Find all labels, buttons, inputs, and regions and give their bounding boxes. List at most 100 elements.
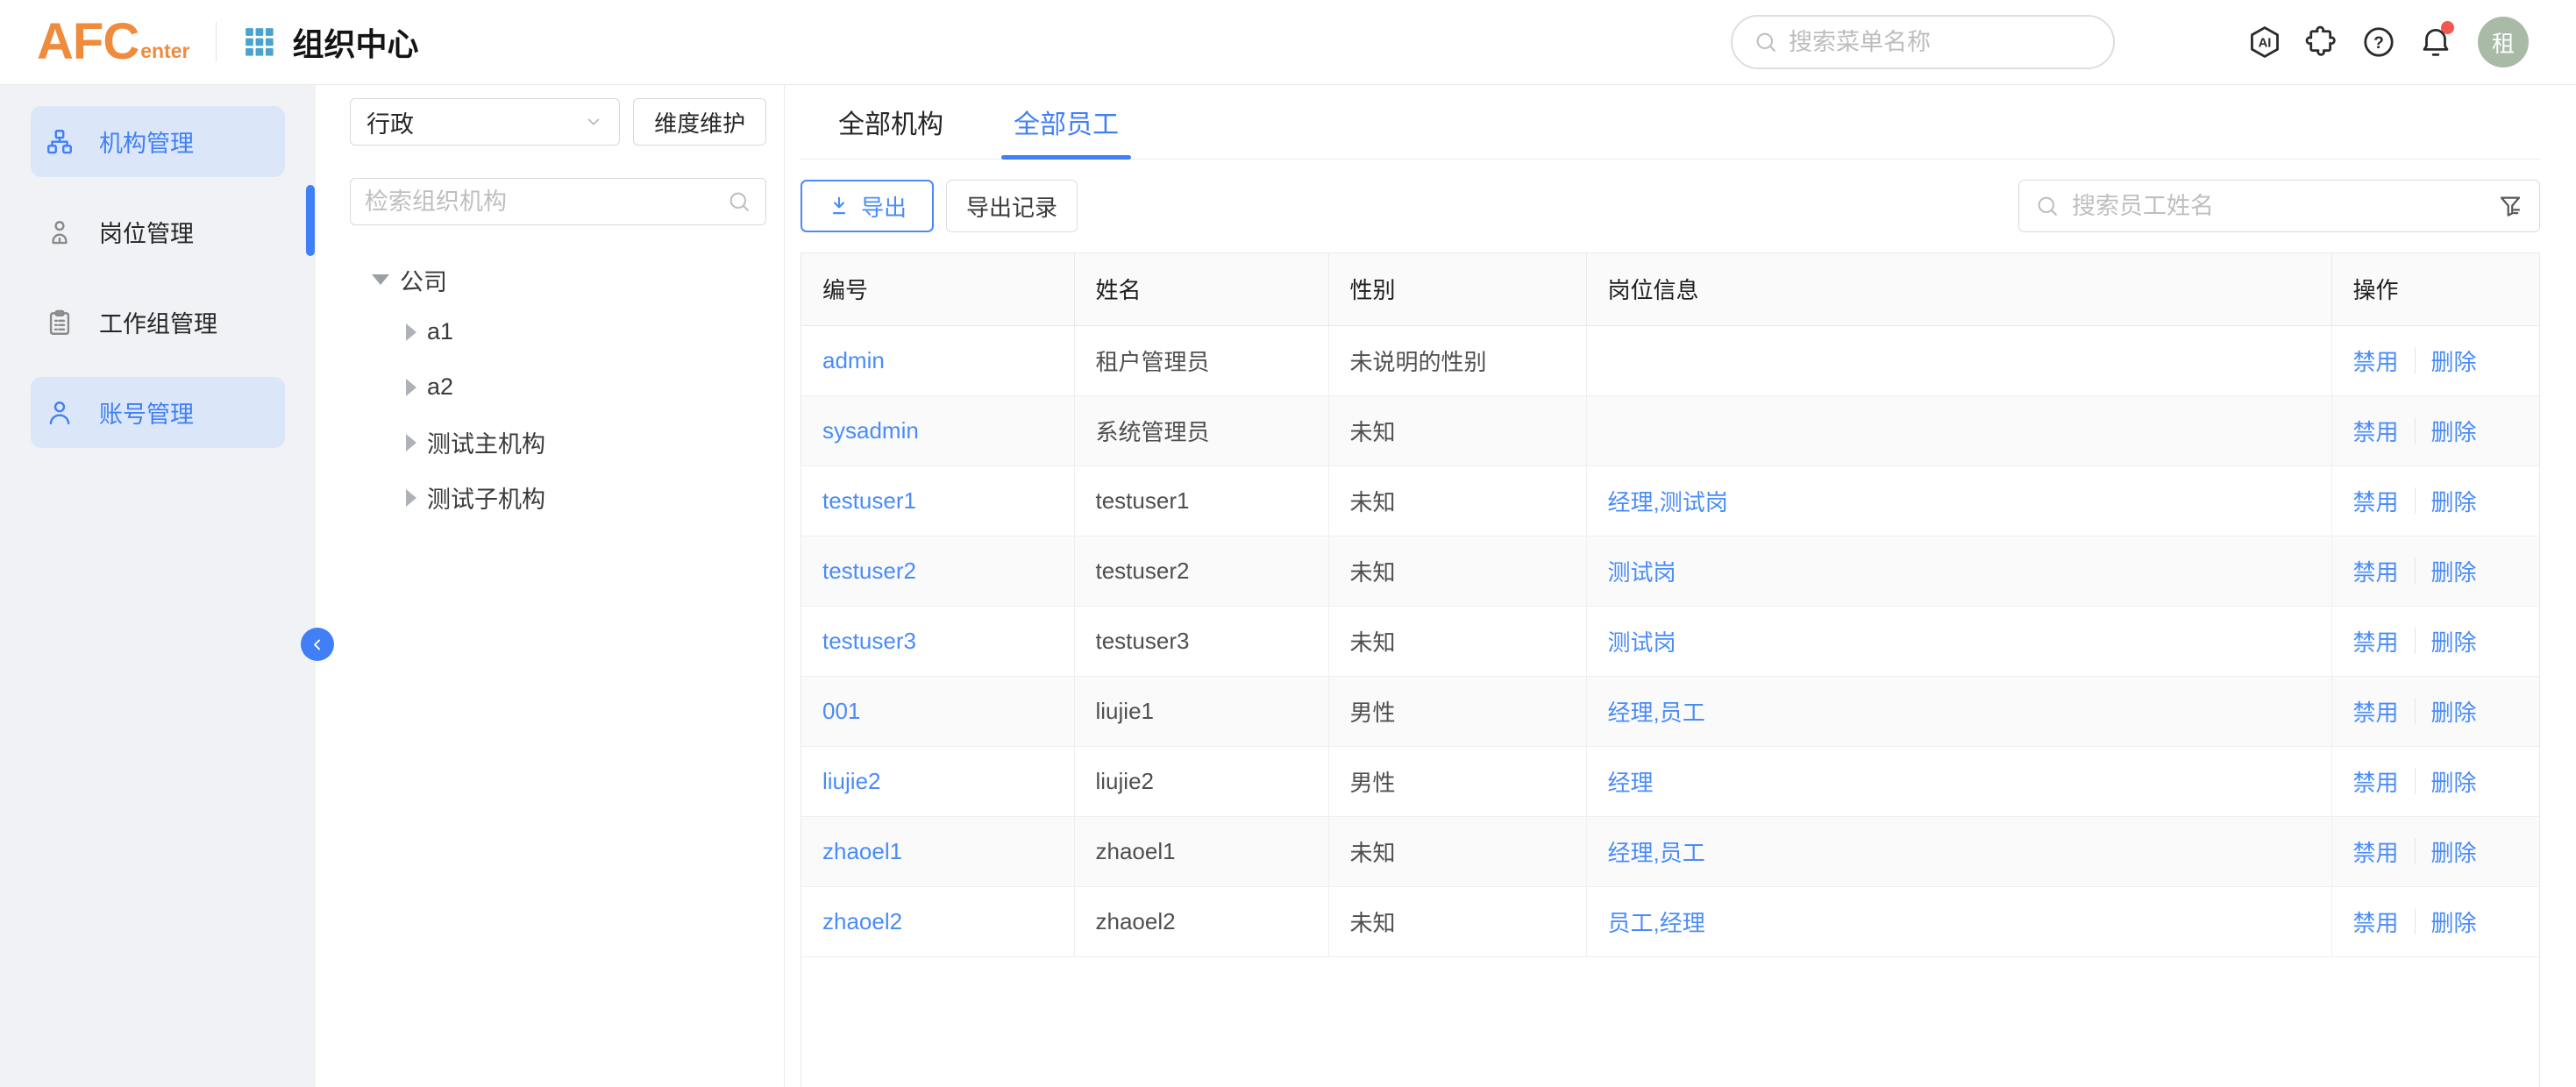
employee-name-cell: testuser2 <box>1074 536 1328 606</box>
employee-positions-cell: 经理,测试岗 <box>1586 465 2331 536</box>
disable-action-link[interactable]: 禁用 <box>2353 835 2399 868</box>
employee-actions-cell: 禁用 删除 <box>2331 886 2539 956</box>
plugin-icon[interactable] <box>2303 24 2340 60</box>
employee-name-cell: zhaoel2 <box>1074 886 1328 956</box>
disable-action-link[interactable]: 禁用 <box>2353 415 2399 447</box>
delete-action-link[interactable]: 删除 <box>2431 625 2477 657</box>
delete-action-link[interactable]: 删除 <box>2431 835 2477 868</box>
tree-children: a1 a2 测试主机构 测试子机构 <box>350 304 766 525</box>
caret-down-icon[interactable] <box>372 274 389 285</box>
employee-positions-link[interactable]: 经理,测试岗 <box>1608 489 1728 515</box>
employee-gender-cell: 未知 <box>1328 606 1586 676</box>
employee-name-cell: 系统管理员 <box>1074 395 1328 465</box>
disable-action-link[interactable]: 禁用 <box>2353 625 2399 657</box>
employee-positions-cell: 经理,员工 <box>1586 816 2331 886</box>
employee-id-link[interactable]: admin <box>822 347 885 373</box>
tab-all-organizations[interactable]: 全部机构 <box>838 85 943 159</box>
employee-id-link[interactable]: 001 <box>822 698 860 724</box>
table-row: zhaoel1 zhaoel1 未知 经理,员工 禁用 <box>801 816 2539 886</box>
employee-id-link[interactable]: zhaoel1 <box>822 838 902 864</box>
help-icon[interactable]: ? <box>2360 24 2397 60</box>
disable-action-link[interactable]: 禁用 <box>2353 555 2399 587</box>
employee-search-input[interactable] <box>2072 193 2485 220</box>
action-divider <box>2415 417 2416 444</box>
org-search-box[interactable] <box>350 178 766 225</box>
tree-node[interactable]: 测试主机构 <box>350 415 766 470</box>
post-badge-icon <box>45 217 75 247</box>
sidebar-item-org-management[interactable]: 机构管理 <box>31 106 285 177</box>
caret-right-icon[interactable] <box>406 323 416 341</box>
tree-node[interactable]: a1 <box>350 304 766 359</box>
menu-search-input[interactable] <box>1789 29 2104 56</box>
employee-positions-link[interactable]: 员工,经理 <box>1608 910 1705 936</box>
main-layout: 机构管理 岗位管理 工作组管理 账号管理 <box>0 85 2576 1087</box>
dimension-row: 行政 维度维护 <box>350 98 766 146</box>
delete-action-link[interactable]: 删除 <box>2431 345 2477 377</box>
column-header-id: 编号 <box>801 253 1074 325</box>
employee-id-link[interactable]: sysadmin <box>822 417 919 444</box>
collapse-panel-button[interactable] <box>301 628 334 661</box>
disable-action-link[interactable]: 禁用 <box>2353 695 2399 728</box>
delete-action-link[interactable]: 删除 <box>2431 695 2477 728</box>
export-button[interactable]: 导出 <box>801 180 934 232</box>
menu-search-box[interactable] <box>1731 15 2115 69</box>
dimension-maintain-button[interactable]: 维度维护 <box>633 98 766 146</box>
notification-bell[interactable] <box>2417 24 2454 60</box>
sidebar-item-post-management[interactable]: 岗位管理 <box>31 196 285 267</box>
employee-positions-cell: 经理,员工 <box>1586 676 2331 746</box>
employee-positions-link[interactable]: 测试岗 <box>1608 629 1676 656</box>
employee-positions-link[interactable]: 经理,员工 <box>1608 840 1705 866</box>
caret-right-icon[interactable] <box>406 489 416 507</box>
employee-positions-link[interactable]: 经理,员工 <box>1608 700 1705 726</box>
delete-action-link[interactable]: 删除 <box>2431 555 2477 587</box>
employee-id-link[interactable]: liujie2 <box>822 768 881 794</box>
employee-id-link[interactable]: testuser2 <box>822 558 916 584</box>
sidebar-item-label: 账号管理 <box>99 395 194 430</box>
column-header-actions: 操作 <box>2331 253 2539 325</box>
caret-right-icon[interactable] <box>406 434 416 451</box>
filter-funnel-icon[interactable] <box>2497 193 2523 219</box>
org-structure-icon <box>45 127 75 157</box>
employee-id-link[interactable]: testuser1 <box>822 487 916 514</box>
caret-right-icon[interactable] <box>406 379 416 396</box>
sidebar-item-workgroup-management[interactable]: 工作组管理 <box>31 287 285 358</box>
tree-node[interactable]: a2 <box>350 359 766 415</box>
employee-actions-cell: 禁用 删除 <box>2331 536 2539 606</box>
disable-action-link[interactable]: 禁用 <box>2353 765 2399 798</box>
employee-positions-cell <box>1586 325 2331 395</box>
employee-positions-link[interactable]: 经理 <box>1608 770 1654 796</box>
action-divider <box>2415 628 2416 654</box>
delete-action-link[interactable]: 删除 <box>2431 415 2477 447</box>
download-icon <box>828 195 850 217</box>
user-avatar[interactable]: 租 <box>2478 17 2529 67</box>
delete-action-link[interactable]: 删除 <box>2431 906 2477 938</box>
employee-id-link[interactable]: testuser3 <box>822 628 916 654</box>
sidebar-item-account-management[interactable]: 账号管理 <box>31 377 285 448</box>
employee-actions-cell: 禁用 删除 <box>2331 816 2539 886</box>
sidebar-item-label: 机构管理 <box>99 124 194 159</box>
disable-action-link[interactable]: 禁用 <box>2353 345 2399 377</box>
search-icon <box>1754 30 1778 54</box>
export-log-button[interactable]: 导出记录 <box>946 180 1078 232</box>
delete-action-link[interactable]: 删除 <box>2431 485 2477 517</box>
tab-all-employees[interactable]: 全部员工 <box>1014 85 1119 159</box>
tree-node-root[interactable]: 公司 <box>350 255 766 304</box>
ai-assistant-icon[interactable]: AI <box>2246 24 2283 60</box>
employee-id-link[interactable]: zhaoel2 <box>822 908 902 934</box>
disable-action-link[interactable]: 禁用 <box>2353 485 2399 517</box>
org-search-input[interactable] <box>365 188 718 216</box>
tree-node[interactable]: 测试子机构 <box>350 470 766 525</box>
employee-gender-cell: 未知 <box>1328 816 1586 886</box>
table-header-row: 编号 姓名 性别 岗位信息 操作 <box>801 253 2539 325</box>
employee-id-cell: zhaoel2 <box>801 886 1074 956</box>
employee-positions-link[interactable]: 测试岗 <box>1608 559 1676 586</box>
employee-gender-cell: 未知 <box>1328 465 1586 536</box>
disable-action-link[interactable]: 禁用 <box>2353 906 2399 938</box>
table-row: admin 租户管理员 未说明的性别 禁用 删 <box>801 325 2539 395</box>
employee-search-box[interactable] <box>2018 180 2540 232</box>
search-icon <box>2035 194 2060 218</box>
delete-action-link[interactable]: 删除 <box>2431 765 2477 798</box>
dimension-select[interactable]: 行政 <box>350 98 620 146</box>
employee-gender-cell: 未说明的性别 <box>1328 325 1586 395</box>
employee-name-cell: liujie2 <box>1074 746 1328 816</box>
